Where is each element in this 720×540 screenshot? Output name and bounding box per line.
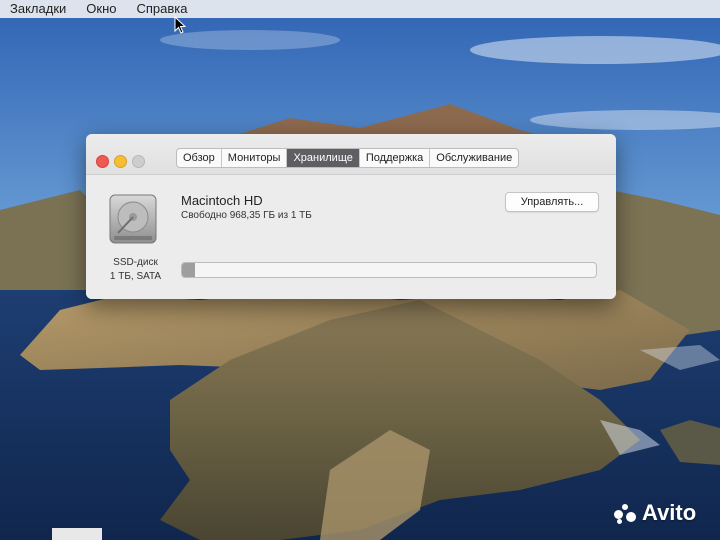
hard-drive-icon xyxy=(109,194,157,244)
about-this-mac-window: Обзор Мониторы Хранилище Поддержка Обслу… xyxy=(86,134,616,299)
tab-service[interactable]: Обслуживание xyxy=(430,149,518,167)
manage-button[interactable]: Управлять... xyxy=(505,192,599,212)
tab-bar: Обзор Мониторы Хранилище Поддержка Обслу… xyxy=(176,148,520,168)
minimize-button[interactable] xyxy=(114,155,127,168)
menu-bar: Закладки Окно Справка xyxy=(0,0,720,18)
avito-watermark-text: Avito xyxy=(642,500,697,525)
storage-used-segment xyxy=(182,263,196,277)
storage-usage-bar xyxy=(181,262,597,278)
close-button[interactable] xyxy=(96,155,109,168)
avito-logo-icon xyxy=(614,502,636,524)
tab-support[interactable]: Поддержка xyxy=(360,149,431,167)
tab-storage[interactable]: Хранилище xyxy=(287,149,360,167)
tab-displays[interactable]: Мониторы xyxy=(222,149,288,167)
window-titlebar: Обзор Мониторы Хранилище Поддержка Обслу… xyxy=(86,134,616,175)
disk-type-label: SSD-диск xyxy=(113,257,158,268)
avito-watermark: Avito xyxy=(614,500,696,526)
disk-size-label: 1 ТБ, SATA xyxy=(109,271,162,282)
storage-panel: SSD-диск 1 ТБ, SATA Macintoch HD Свободн… xyxy=(86,175,616,299)
free-space-label: Свободно 968,35 ГБ из 1 ТБ xyxy=(181,210,312,221)
menu-item-window[interactable]: Окно xyxy=(86,0,116,18)
dock-fragment xyxy=(52,528,102,540)
disk-name: Macintoch HD xyxy=(181,193,263,208)
tab-overview[interactable]: Обзор xyxy=(177,149,222,167)
mouse-cursor-icon xyxy=(174,16,186,34)
zoom-button[interactable] xyxy=(132,155,145,168)
menu-item-bookmarks[interactable]: Закладки xyxy=(10,0,66,18)
